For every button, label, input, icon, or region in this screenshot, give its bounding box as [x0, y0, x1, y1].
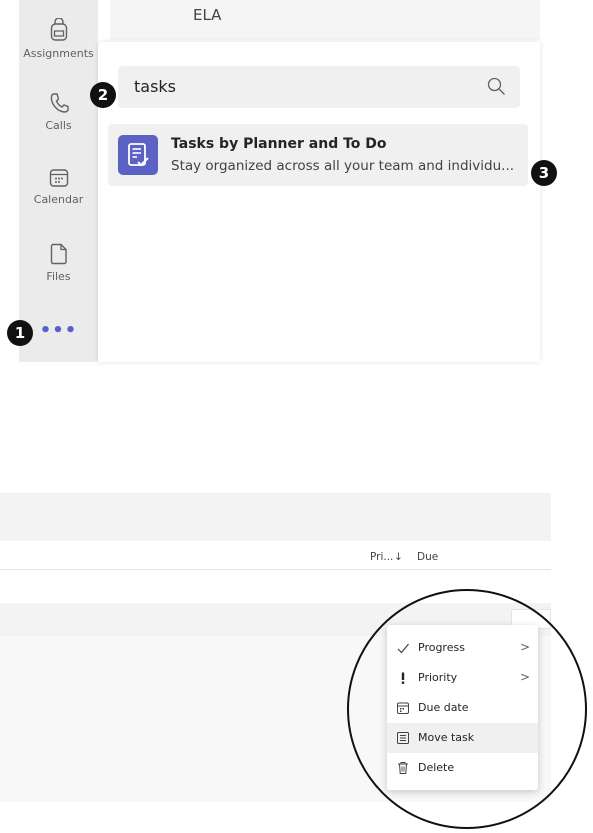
backpack-icon: [19, 17, 98, 45]
app-bar-label: Calendar: [33, 193, 84, 206]
app-bar-label: Calls: [45, 119, 72, 132]
tasks-app-icon: [118, 135, 158, 175]
file-icon: [19, 243, 98, 268]
team-header-strip: ELA: [110, 0, 540, 40]
search-result-tasks-app[interactable]: Tasks by Planner and To Do Stay organize…: [108, 124, 528, 186]
app-bar: Assignments Calls Calendar Files •••: [19, 0, 98, 362]
search-input[interactable]: tasks: [118, 66, 520, 108]
task-list-header: Pri... ↓ Due: [0, 541, 551, 570]
app-search-flyout: tasks Tasks by Planner and To Do Stay or…: [98, 42, 540, 362]
app-bar-item-calls[interactable]: Calls: [19, 92, 98, 132]
app-bar-label: Assignments: [23, 47, 94, 60]
search-input-value: tasks: [134, 77, 177, 96]
app-bar-item-files[interactable]: Files: [19, 243, 98, 283]
app-bar-item-calendar[interactable]: Calendar: [19, 168, 98, 206]
result-title: Tasks by Planner and To Do: [171, 136, 387, 152]
team-label: ELA: [193, 6, 222, 24]
app-bar-item-assignments[interactable]: Assignments: [19, 17, 98, 60]
step-badge-1: 1: [7, 320, 33, 346]
column-due[interactable]: Due: [417, 551, 438, 563]
sort-descending-icon[interactable]: ↓: [394, 551, 403, 563]
column-priority[interactable]: Pri...: [370, 551, 393, 563]
calendar-icon: [19, 168, 98, 191]
search-icon[interactable]: [487, 77, 506, 100]
result-description: Stay organized across all your team and …: [171, 158, 515, 174]
highlight-circle: [347, 589, 587, 829]
phone-icon: [19, 92, 98, 117]
task-list-toolbar: [0, 493, 551, 541]
app-bar-label: Files: [46, 270, 71, 283]
step-badge-2: 2: [90, 82, 116, 108]
step-badge-3: 3: [531, 160, 557, 186]
